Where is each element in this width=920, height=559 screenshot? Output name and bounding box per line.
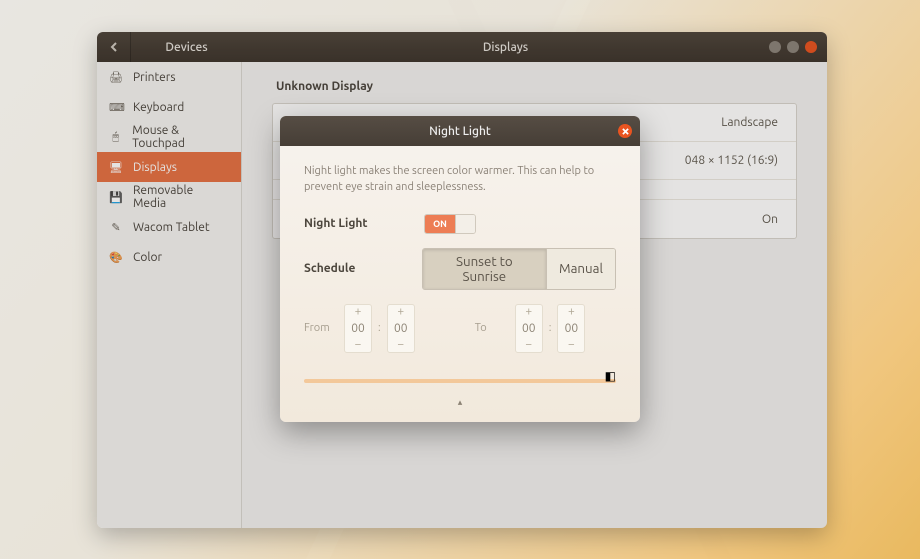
to-label: To <box>475 322 509 334</box>
schedule-label: Schedule <box>304 262 422 275</box>
night-light-dialog: Night Light Night light makes the screen… <box>280 116 640 422</box>
increment-button[interactable]: + <box>516 305 542 319</box>
night-light-toggle[interactable]: ON <box>424 214 476 234</box>
from-hours-value: 00 <box>345 319 371 338</box>
from-hours-spinner[interactable]: + 00 − <box>344 304 372 353</box>
decrement-button[interactable]: − <box>516 338 542 352</box>
increment-button[interactable]: + <box>345 305 371 319</box>
decrement-button[interactable]: − <box>558 338 584 352</box>
to-hours-value: 00 <box>516 319 542 338</box>
dialog-close-button[interactable] <box>618 124 632 138</box>
to-time-group: To + 00 − : + 00 − <box>475 304 586 353</box>
dialog-description: Night light makes the screen color warme… <box>304 164 616 196</box>
night-light-label: Night Light <box>304 217 424 230</box>
dialog-title: Night Light <box>429 125 491 138</box>
expand-handle[interactable]: ▴ <box>304 397 616 408</box>
toggle-knob <box>455 215 475 233</box>
to-minutes-value: 00 <box>558 319 584 338</box>
from-label: From <box>304 322 338 334</box>
schedule-manual-button[interactable]: Manual <box>546 249 615 289</box>
schedule-auto-button[interactable]: Sunset to Sunrise <box>423 249 546 289</box>
from-minutes-value: 00 <box>388 319 414 338</box>
dialog-titlebar: Night Light <box>280 116 640 146</box>
to-minutes-spinner[interactable]: + 00 − <box>557 304 585 353</box>
to-hours-spinner[interactable]: + 00 − <box>515 304 543 353</box>
slider-thumb-icon[interactable]: ◧ <box>605 369 616 383</box>
increment-button[interactable]: + <box>558 305 584 319</box>
slider-track <box>304 379 616 383</box>
decrement-button[interactable]: − <box>345 338 371 352</box>
decrement-button[interactable]: − <box>388 338 414 352</box>
toggle-state: ON <box>425 215 455 233</box>
warmth-slider[interactable]: ◧ <box>304 379 616 393</box>
increment-button[interactable]: + <box>388 305 414 319</box>
schedule-segmented: Sunset to Sunrise Manual <box>422 248 616 290</box>
from-time-group: From + 00 − : + 00 − <box>304 304 415 353</box>
from-minutes-spinner[interactable]: + 00 − <box>387 304 415 353</box>
